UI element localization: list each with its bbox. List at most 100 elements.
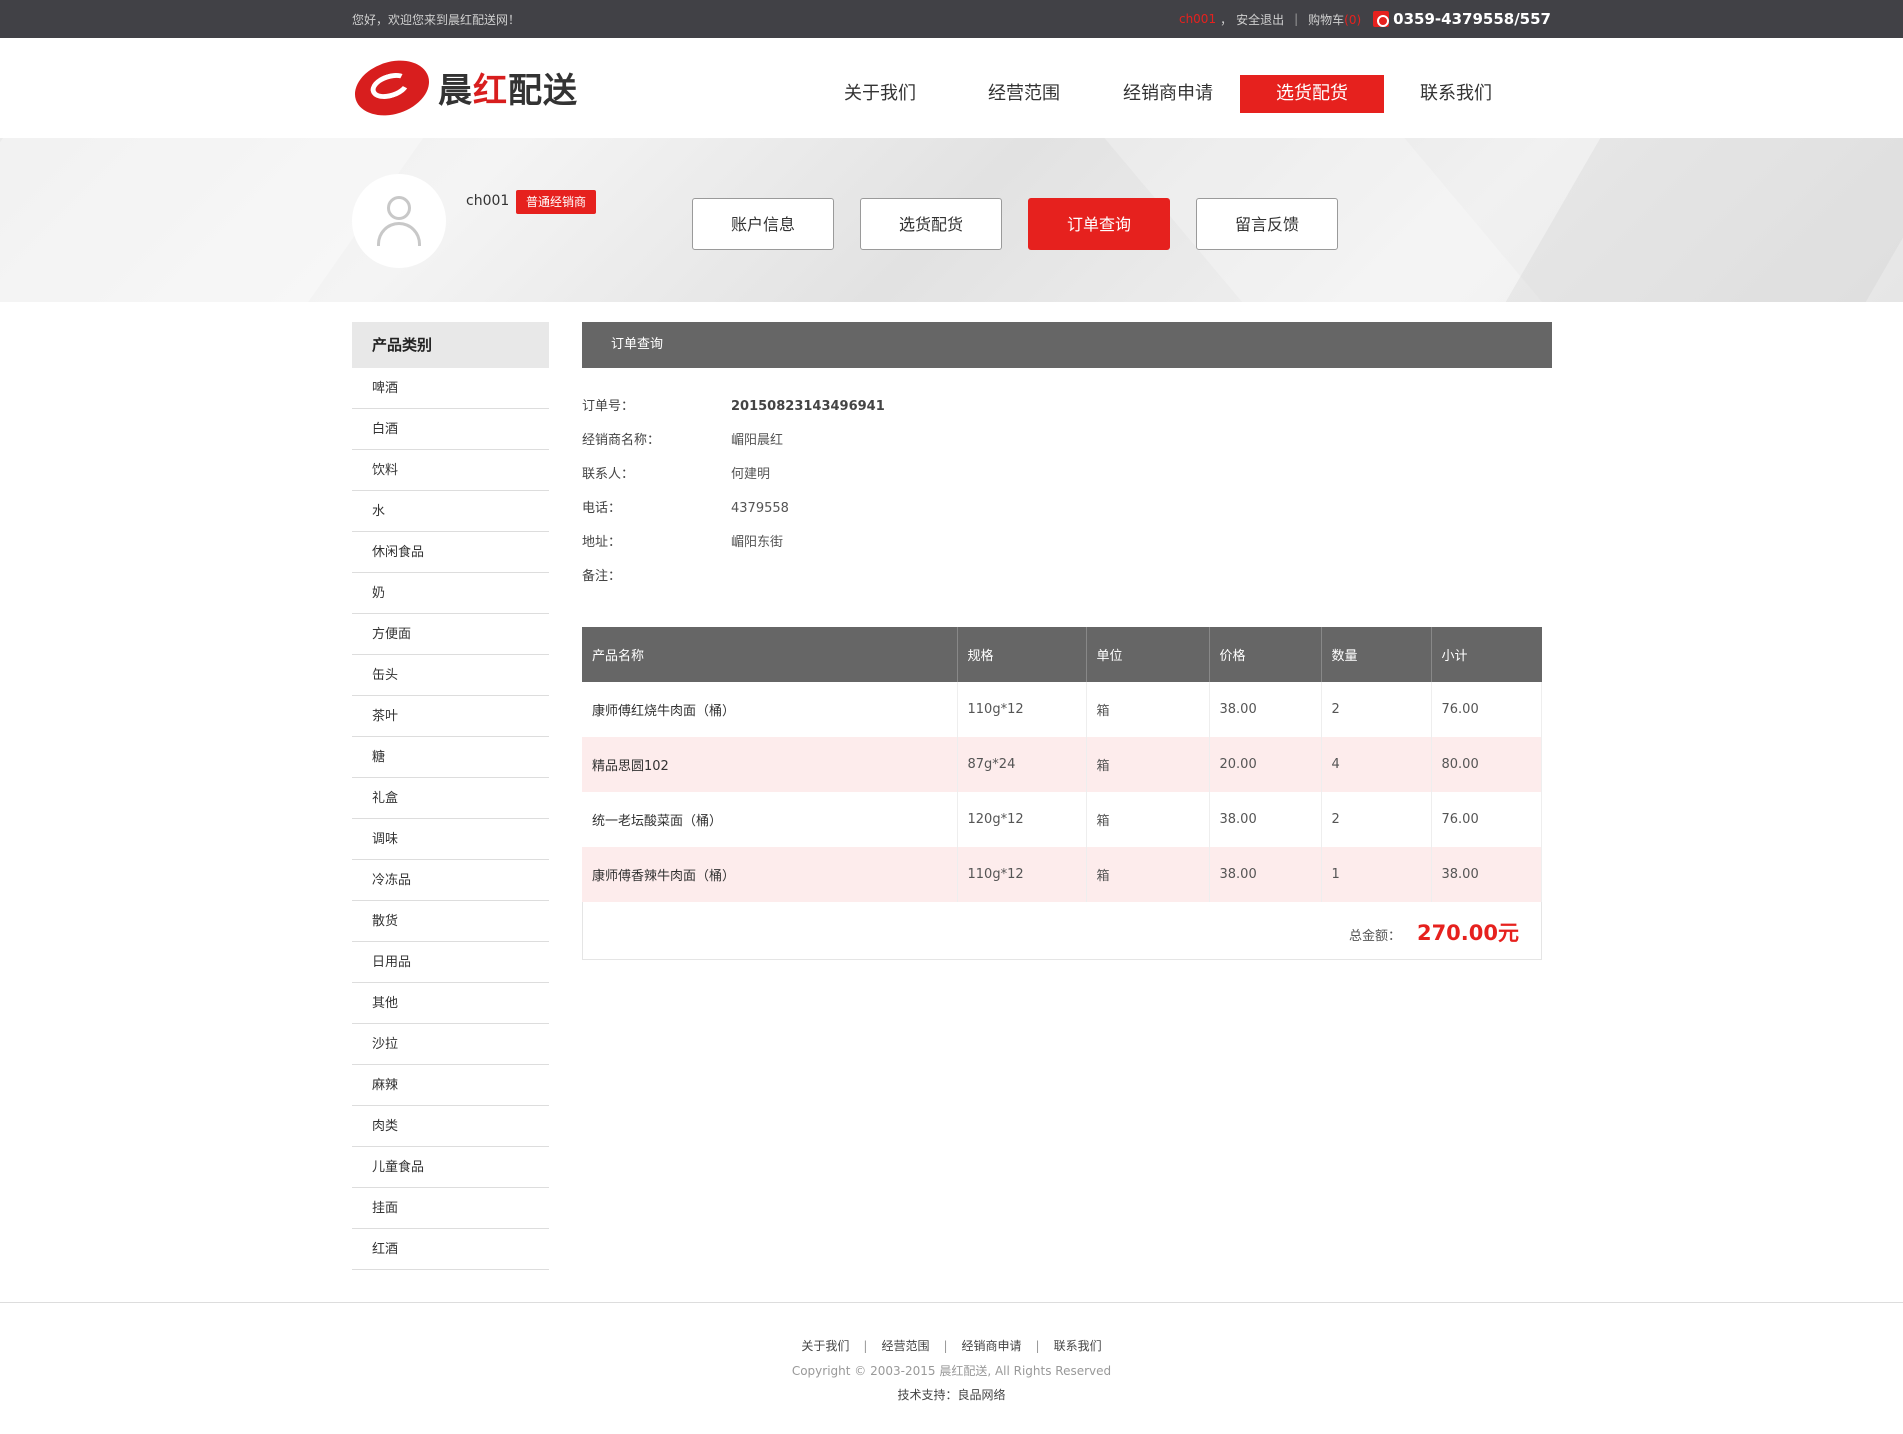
sidebar-item[interactable]: 散货 bbox=[352, 901, 549, 942]
field-label: 联系人： bbox=[582, 467, 635, 482]
cell-subtotal: 76.00 bbox=[1431, 792, 1542, 847]
field-label: 地址： bbox=[582, 535, 622, 550]
cell-subtotal: 76.00 bbox=[1431, 682, 1542, 737]
sidebar-item[interactable]: 其他 bbox=[352, 983, 549, 1024]
order-detail: 订单查询 订单号： 20150823143496941 经销商名称： 嵋阳晨红 联系… bbox=[582, 322, 1552, 960]
user-link[interactable]: ch001 bbox=[1179, 12, 1216, 26]
field-value: 4379558 bbox=[731, 501, 789, 516]
field-value: 嵋阳晨红 bbox=[731, 433, 784, 448]
cell-subtotal: 80.00 bbox=[1431, 737, 1542, 792]
sidebar-item[interactable]: 肉类 bbox=[352, 1106, 549, 1147]
section-title: 订单查询 bbox=[582, 322, 1552, 368]
field-value: 何建明 bbox=[731, 467, 771, 482]
cell-price: 38.00 bbox=[1209, 847, 1322, 902]
sidebar-item[interactable]: 礼盒 bbox=[352, 778, 549, 819]
sidebar-item[interactable]: 缶头 bbox=[352, 655, 549, 696]
logo-mark-icon bbox=[347, 51, 437, 125]
logo[interactable]: 晨红配送 bbox=[347, 51, 578, 125]
username: ch001 bbox=[466, 193, 510, 209]
user-icon bbox=[387, 196, 411, 220]
footer-links: 关于我们 | 经营范围 | 经销商申请 | 联系我们 bbox=[801, 1339, 1102, 1353]
footer-link-about[interactable]: 关于我们 bbox=[801, 1339, 849, 1353]
cell-product: 康师傅红烧牛肉面（桶） bbox=[582, 682, 958, 737]
nav-about[interactable]: 关于我们 bbox=[808, 75, 952, 113]
sidebar-item[interactable]: 调味 bbox=[352, 819, 549, 860]
footer-link-dealer-apply[interactable]: 经销商申请 bbox=[962, 1339, 1022, 1353]
cell-product: 统一老坛酸菜面（桶） bbox=[582, 792, 958, 847]
cell-quantity: 4 bbox=[1321, 737, 1432, 792]
column-header: 小计 bbox=[1431, 627, 1542, 682]
comma-text: ， bbox=[1220, 12, 1233, 27]
sidebar-item[interactable]: 休闲食品 bbox=[352, 532, 549, 573]
cell-spec: 120g*12 bbox=[957, 792, 1087, 847]
tab-order-query[interactable]: 订单查询 bbox=[1028, 198, 1170, 250]
sidebar-item[interactable]: 麻辣 bbox=[352, 1065, 549, 1106]
total-label: 总金额： bbox=[1348, 929, 1401, 944]
nav-dealer-apply[interactable]: 经销商申请 bbox=[1096, 75, 1240, 113]
nav-scope[interactable]: 经营范围 bbox=[952, 75, 1096, 113]
footer-divider bbox=[0, 1302, 1903, 1303]
nav-select-goods[interactable]: 选货配货 bbox=[1240, 75, 1384, 113]
tech-support: 技术支持：良品网络 bbox=[897, 1388, 1006, 1402]
column-header: 单位 bbox=[1086, 627, 1210, 682]
top-bar: 您好，欢迎您来到晨红配送网！ ch001 ， 安全退出 | 购物车(0) 035… bbox=[0, 0, 1903, 38]
sidebar-item[interactable]: 儿童食品 bbox=[352, 1147, 549, 1188]
sidebar-title: 产品类别 bbox=[352, 322, 549, 368]
nav-contact[interactable]: 联系我们 bbox=[1384, 75, 1528, 113]
avatar bbox=[352, 174, 446, 268]
sidebar-item[interactable]: 饮料 bbox=[352, 450, 549, 491]
field-label: 电话： bbox=[582, 501, 622, 516]
tab-select-goods[interactable]: 选货配货 bbox=[860, 198, 1002, 250]
sidebar-item[interactable]: 冷冻品 bbox=[352, 860, 549, 901]
contact-row: 联系人： 何建明 bbox=[582, 458, 1552, 492]
sidebar-item[interactable]: 奶 bbox=[352, 573, 549, 614]
tab-account-info[interactable]: 账户信息 bbox=[692, 198, 834, 250]
cell-subtotal: 38.00 bbox=[1431, 847, 1542, 902]
sidebar-item[interactable]: 日用品 bbox=[352, 942, 549, 983]
footer-link-scope[interactable]: 经营范围 bbox=[881, 1339, 929, 1353]
order-items-table: 产品名称 规格 单位 价格 数量 小计 康师傅红烧牛肉面（桶） 110g*12 … bbox=[582, 627, 1542, 902]
sidebar-item[interactable]: 沙拉 bbox=[352, 1024, 549, 1065]
sidebar-item[interactable]: 水 bbox=[352, 491, 549, 532]
copyright: Copyright © 2003-2015 晨红配送, All Rights R… bbox=[791, 1364, 1112, 1378]
column-header: 规格 bbox=[957, 627, 1087, 682]
column-header: 数量 bbox=[1321, 627, 1432, 682]
cell-unit: 箱 bbox=[1086, 682, 1210, 737]
cell-unit: 箱 bbox=[1086, 847, 1210, 902]
phone-number: 0359-4379558/557 bbox=[1393, 10, 1551, 28]
phone-row: 电话： 4379558 bbox=[582, 492, 1552, 526]
column-header: 价格 bbox=[1209, 627, 1322, 682]
cell-spec: 87g*24 bbox=[957, 737, 1087, 792]
sidebar-item[interactable]: 方便面 bbox=[352, 614, 549, 655]
sidebar-item[interactable]: 茶叶 bbox=[352, 696, 549, 737]
field-label: 订单号： bbox=[582, 399, 635, 414]
dealer-name-row: 经销商名称： 嵋阳晨红 bbox=[582, 424, 1552, 458]
sidebar-item[interactable]: 啤酒 bbox=[352, 368, 549, 409]
total-amount: 270.00元 bbox=[1416, 921, 1519, 945]
footer-link-contact[interactable]: 联系我们 bbox=[1054, 1339, 1102, 1353]
sidebar-item[interactable]: 红酒 bbox=[352, 1229, 549, 1270]
field-label: 备注： bbox=[582, 569, 622, 584]
table-row: 康师傅香辣牛肉面（桶） 110g*12 箱 38.00 1 38.00 bbox=[582, 847, 1542, 902]
cart-link[interactable]: 购物车(0) bbox=[1308, 11, 1361, 28]
table-row: 精品思圆102 87g*24 箱 20.00 4 80.00 bbox=[582, 737, 1542, 792]
field-value: 嵋阳东街 bbox=[731, 535, 784, 550]
sidebar-item[interactable]: 白酒 bbox=[352, 409, 549, 450]
table-row: 统一老坛酸菜面（桶） 120g*12 箱 38.00 2 76.00 bbox=[582, 792, 1542, 847]
separator: | bbox=[1294, 12, 1299, 26]
cell-unit: 箱 bbox=[1086, 737, 1210, 792]
order-number: 20150823143496941 bbox=[731, 399, 885, 414]
tab-feedback[interactable]: 留言反馈 bbox=[1196, 198, 1338, 250]
top-bar-right: ch001 ， 安全退出 | 购物车(0) 0359-4379558/557 bbox=[1179, 0, 1551, 38]
cell-quantity: 1 bbox=[1321, 847, 1432, 902]
sidebar-item[interactable]: 糖 bbox=[352, 737, 549, 778]
cell-spec: 110g*12 bbox=[957, 847, 1087, 902]
dealer-level-badge: 普通经销商 bbox=[516, 190, 597, 214]
cart-label: 购物车 bbox=[1308, 12, 1345, 27]
logout-link[interactable]: 安全退出 bbox=[1236, 11, 1284, 28]
address-row: 地址： 嵋阳东街 bbox=[582, 526, 1552, 560]
sidebar-item[interactable]: 挂面 bbox=[352, 1188, 549, 1229]
table-header-row: 产品名称 规格 单位 价格 数量 小计 bbox=[582, 627, 1542, 682]
remark-row: 备注： bbox=[582, 560, 1552, 594]
cell-spec: 110g*12 bbox=[957, 682, 1087, 737]
